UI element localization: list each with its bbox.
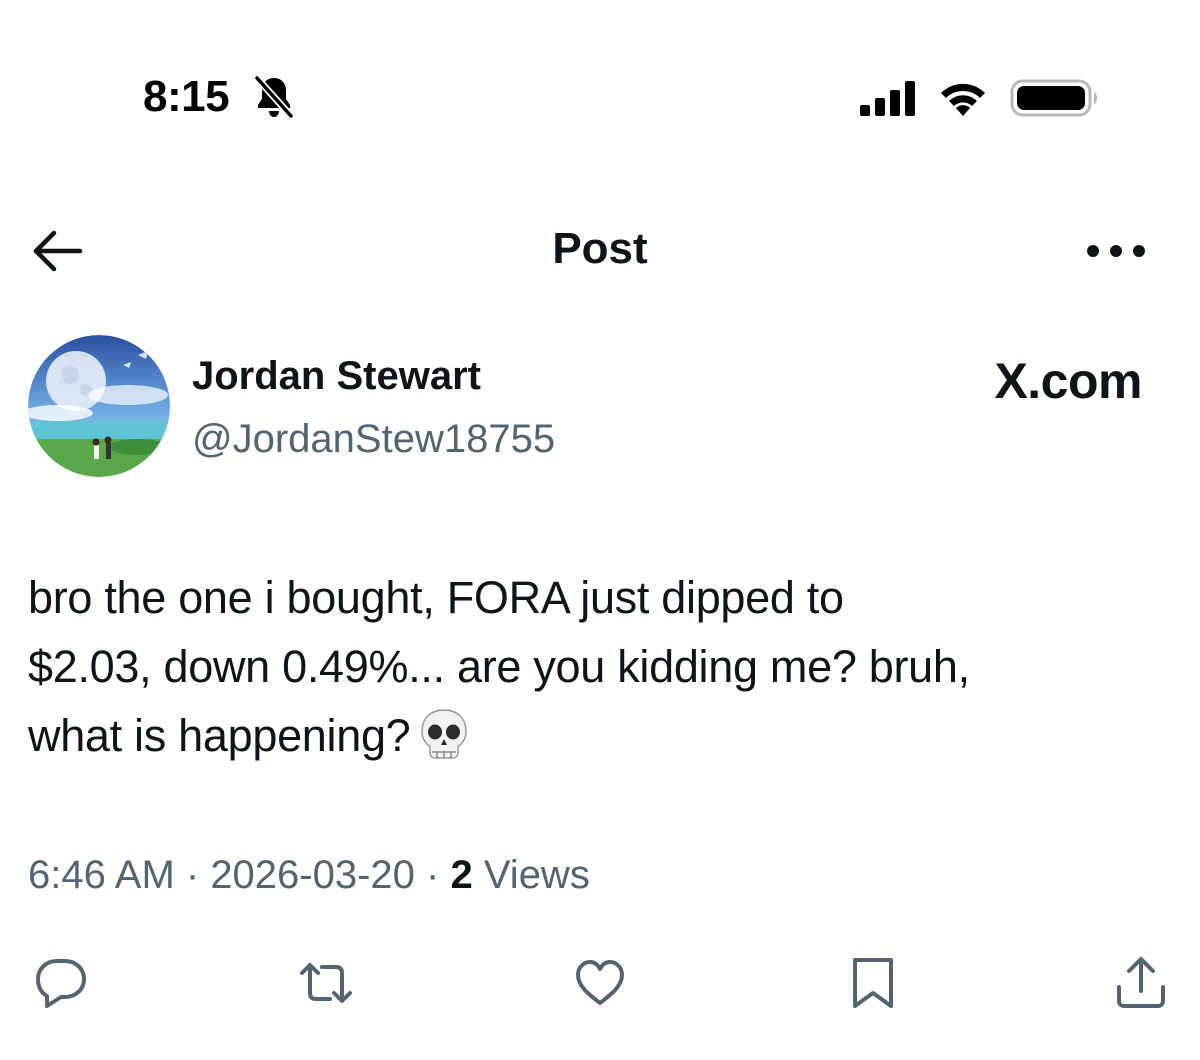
- post-line: bro the one i bought, FORA just dipped t…: [28, 572, 844, 623]
- avatar[interactable]: [28, 335, 170, 477]
- meta-separator: ·: [414, 853, 451, 897]
- post-meta: 6:46 AM · 2026-03-20 · 2 Views: [28, 853, 590, 898]
- bell-slash-icon: [254, 75, 294, 119]
- retweet-icon[interactable]: [298, 955, 354, 1011]
- page-title: Post: [552, 224, 648, 273]
- views-label: Views: [483, 853, 590, 897]
- meta-separator: ·: [174, 853, 211, 897]
- post-line: what is happening?: [28, 701, 1188, 770]
- more-horizontal-icon[interactable]: [1085, 240, 1147, 262]
- views-count: 2: [450, 853, 473, 897]
- post-line: $2.03, down 0.49%... are you kidding me?…: [28, 641, 970, 692]
- share-icon[interactable]: [1113, 955, 1169, 1011]
- comment-icon[interactable]: [33, 955, 89, 1011]
- wifi-icon: [941, 83, 985, 116]
- heart-icon[interactable]: [572, 955, 628, 1011]
- post-date: 2026-03-20: [210, 853, 415, 897]
- display-name[interactable]: Jordan Stewart: [192, 354, 481, 399]
- post-time: 6:46 AM: [28, 853, 175, 897]
- post-line-text: what is happening?: [28, 710, 411, 761]
- bookmark-icon[interactable]: [845, 955, 901, 1011]
- battery-icon: [1010, 79, 1097, 117]
- user-handle[interactable]: @JordanStew18755: [192, 417, 555, 462]
- skull-emoji-icon: [421, 709, 468, 759]
- status-time: 8:15: [143, 72, 230, 121]
- post-text: bro the one i bought, FORA just dipped t…: [28, 563, 1188, 770]
- cellular-signal-icon: [860, 81, 915, 116]
- source-label: X.com: [994, 353, 1142, 409]
